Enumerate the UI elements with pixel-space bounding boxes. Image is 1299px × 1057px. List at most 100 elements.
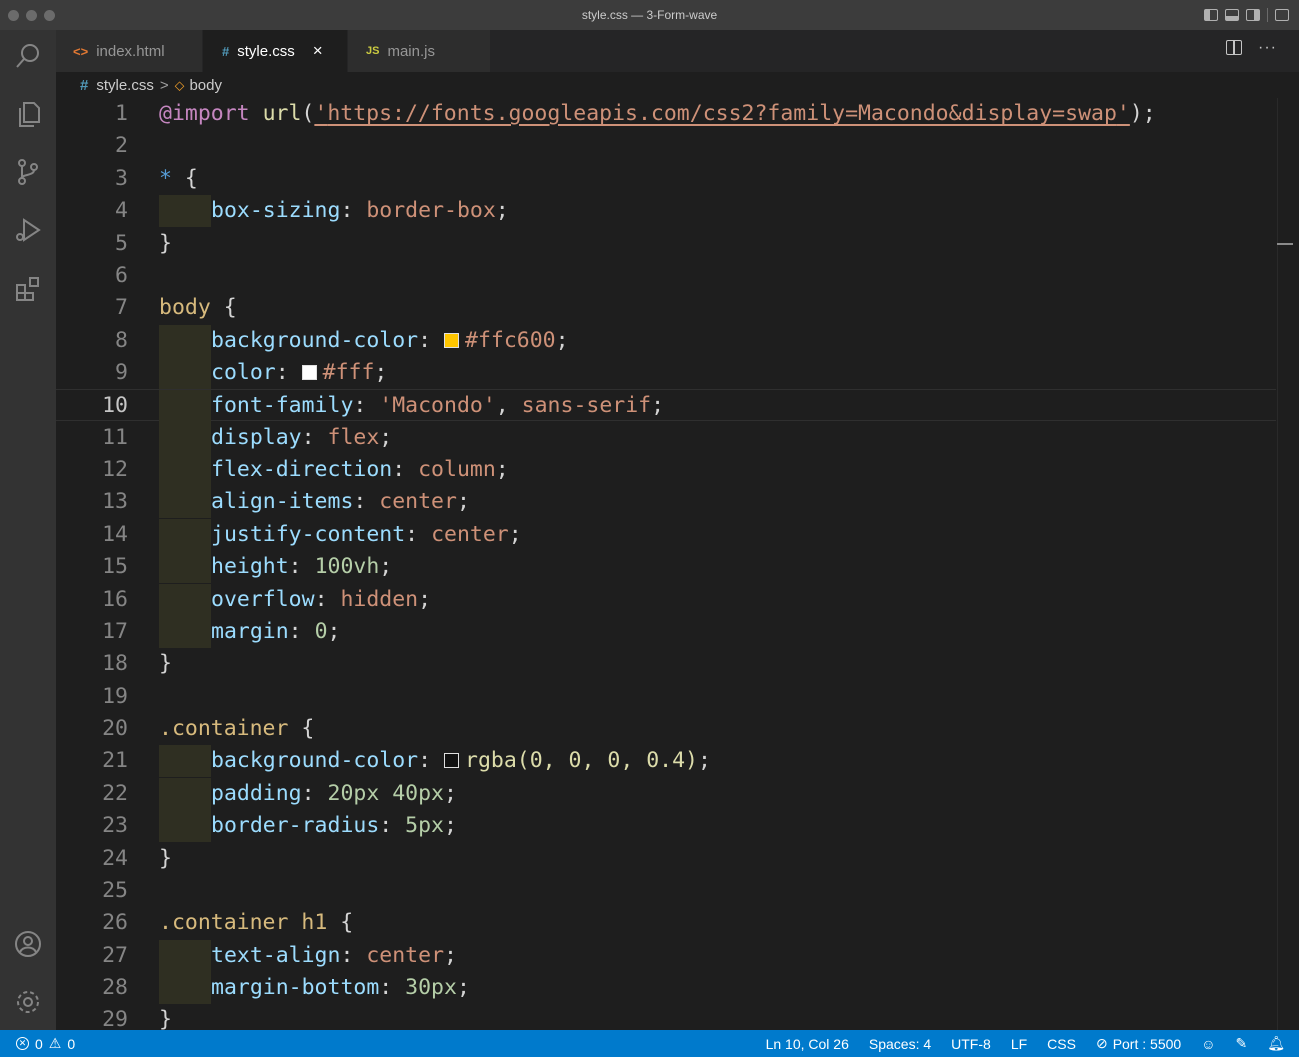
line-number: 25 bbox=[102, 878, 128, 903]
code-line: 12 flex-direction: column; bbox=[56, 454, 1276, 486]
line-number: 4 bbox=[115, 198, 128, 223]
code-text: .container h1 { bbox=[159, 910, 354, 935]
code-line: 9 color: #fff; bbox=[56, 357, 1276, 389]
scrollbar-thumb[interactable] bbox=[1277, 243, 1293, 245]
line-number: 10 bbox=[102, 393, 128, 418]
split-editor-icon[interactable] bbox=[1226, 40, 1243, 55]
code-line: 22 padding: 20px 40px; bbox=[56, 778, 1276, 810]
accounts-icon[interactable] bbox=[10, 926, 46, 962]
color-swatch[interactable] bbox=[444, 333, 459, 348]
editor-actions: ··· bbox=[1226, 39, 1277, 55]
tab-main-js[interactable]: JS main.js bbox=[348, 30, 491, 72]
toggle-primary-sidebar-icon[interactable] bbox=[1204, 9, 1218, 21]
code-text: box-sizing: border-box; bbox=[159, 195, 509, 227]
layout-divider bbox=[1267, 8, 1268, 22]
line-number: 19 bbox=[102, 684, 128, 709]
more-actions-icon[interactable]: ··· bbox=[1258, 39, 1277, 55]
code-text: font-family: 'Macondo', sans-serif; bbox=[159, 390, 664, 422]
code-line: 19 bbox=[56, 681, 1276, 713]
line-number: 20 bbox=[102, 716, 128, 741]
code-text: * { bbox=[159, 166, 198, 191]
line-number: 5 bbox=[115, 231, 128, 256]
live-server-port[interactable]: ⊘ Port : 5500 bbox=[1096, 1035, 1181, 1052]
line-number: 22 bbox=[102, 781, 128, 806]
code-line: 13 align-items: center; bbox=[56, 486, 1276, 518]
code-line: 26 .container h1 { bbox=[56, 907, 1276, 939]
code-line: 28 margin-bottom: 30px; bbox=[56, 972, 1276, 1004]
toggle-panel-icon[interactable] bbox=[1225, 9, 1239, 21]
line-number: 14 bbox=[102, 522, 128, 547]
code-text: padding: 20px 40px; bbox=[159, 778, 457, 810]
code-text: margin: 0; bbox=[159, 616, 340, 648]
code-line: 7 body { bbox=[56, 292, 1276, 324]
cursor-position[interactable]: Ln 10, Col 26 bbox=[766, 1036, 849, 1052]
title-bar: style.css — 3-Form-wave bbox=[0, 0, 1299, 30]
overview-ruler[interactable] bbox=[1277, 98, 1278, 1030]
line-number: 17 bbox=[102, 619, 128, 644]
color-swatch[interactable] bbox=[444, 753, 459, 768]
line-number: 21 bbox=[102, 748, 128, 773]
line-number: 27 bbox=[102, 943, 128, 968]
problems-indicator[interactable]: ✕ 0 ⚠ 0 bbox=[16, 1035, 75, 1052]
close-tab-icon[interactable]: × bbox=[313, 41, 323, 61]
settings-gear-icon[interactable] bbox=[10, 984, 46, 1020]
code-line: 17 margin: 0; bbox=[56, 616, 1276, 648]
error-count: 0 bbox=[35, 1035, 43, 1052]
code-line: 8 background-color: #ffc600; bbox=[56, 325, 1276, 357]
copilot-icon[interactable]: ☺ bbox=[1201, 1036, 1215, 1052]
code-text: height: 100vh; bbox=[159, 551, 392, 583]
color-value: rgba(0, 0, 0, 0.4) bbox=[465, 748, 698, 773]
explorer-icon[interactable] bbox=[10, 96, 46, 132]
line-number: 3 bbox=[115, 166, 128, 191]
toggle-secondary-sidebar-icon[interactable] bbox=[1246, 9, 1260, 21]
indentation[interactable]: Spaces: 4 bbox=[869, 1036, 931, 1052]
warning-icon: ⚠ bbox=[48, 1035, 62, 1051]
breadcrumb-symbol[interactable]: body bbox=[189, 77, 222, 94]
line-number: 2 bbox=[115, 133, 128, 158]
code-line: 18} bbox=[56, 648, 1276, 680]
port-label: Port : 5500 bbox=[1112, 1035, 1182, 1052]
encoding[interactable]: UTF-8 bbox=[951, 1036, 991, 1052]
search-icon[interactable] bbox=[10, 38, 46, 74]
code-text: display: flex; bbox=[159, 422, 392, 454]
line-number: 24 bbox=[102, 846, 128, 871]
breadcrumb-file[interactable]: style.css bbox=[96, 77, 154, 94]
language-mode[interactable]: CSS bbox=[1047, 1036, 1076, 1052]
error-icon: ✕ bbox=[16, 1037, 29, 1050]
code-text: text-align: center; bbox=[159, 940, 457, 972]
code-line: 29} bbox=[56, 1004, 1276, 1030]
notifications-bell-icon[interactable]: 🔔︎ bbox=[1267, 1035, 1285, 1052]
source-control-icon[interactable] bbox=[10, 154, 46, 190]
end-of-line[interactable]: LF bbox=[1011, 1036, 1027, 1052]
import-url[interactable]: https://fonts.googleapis.com/css2?family… bbox=[327, 101, 1117, 126]
tab-label: style.css bbox=[237, 42, 295, 60]
code-text: } bbox=[159, 1007, 172, 1030]
code-line: 20 .container { bbox=[56, 713, 1276, 745]
code-text: .container { bbox=[159, 716, 315, 741]
css-file-icon: # bbox=[222, 43, 230, 59]
line-number: 6 bbox=[115, 263, 128, 288]
code-text: } bbox=[159, 651, 172, 676]
line-number: 18 bbox=[102, 651, 128, 676]
run-debug-icon[interactable] bbox=[10, 212, 46, 248]
html-file-icon: <> bbox=[73, 43, 89, 59]
tab-style-css[interactable]: # style.css × bbox=[203, 30, 348, 72]
code-line: 24} bbox=[56, 843, 1276, 875]
tab-index-html[interactable]: <> index.html bbox=[56, 30, 203, 72]
extensions-icon[interactable] bbox=[10, 270, 46, 306]
code-line: 21 background-color: rgba(0, 0, 0, 0.4); bbox=[56, 745, 1276, 777]
code-editor[interactable]: 1 @import url('https://fonts.googleapis.c… bbox=[56, 98, 1299, 1030]
editor-tab-bar: <> index.html # style.css × JS main.js ·… bbox=[56, 30, 1299, 72]
tab-label: main.js bbox=[387, 42, 435, 60]
code-text: justify-content: center; bbox=[159, 519, 522, 551]
line-number: 28 bbox=[102, 975, 128, 1000]
warning-count: 0 bbox=[67, 1035, 76, 1052]
code-text: color: #fff; bbox=[159, 357, 387, 389]
color-swatch[interactable] bbox=[301, 365, 317, 380]
tab-label: index.html bbox=[96, 42, 165, 60]
code-line: 15 height: 100vh; bbox=[56, 551, 1276, 583]
color-value: #ffc600 bbox=[465, 328, 556, 353]
feedback-icon[interactable]: ✎ bbox=[1235, 1035, 1247, 1052]
customize-layout-icon[interactable] bbox=[1275, 9, 1289, 21]
code-text: border-radius: 5px; bbox=[159, 810, 457, 842]
